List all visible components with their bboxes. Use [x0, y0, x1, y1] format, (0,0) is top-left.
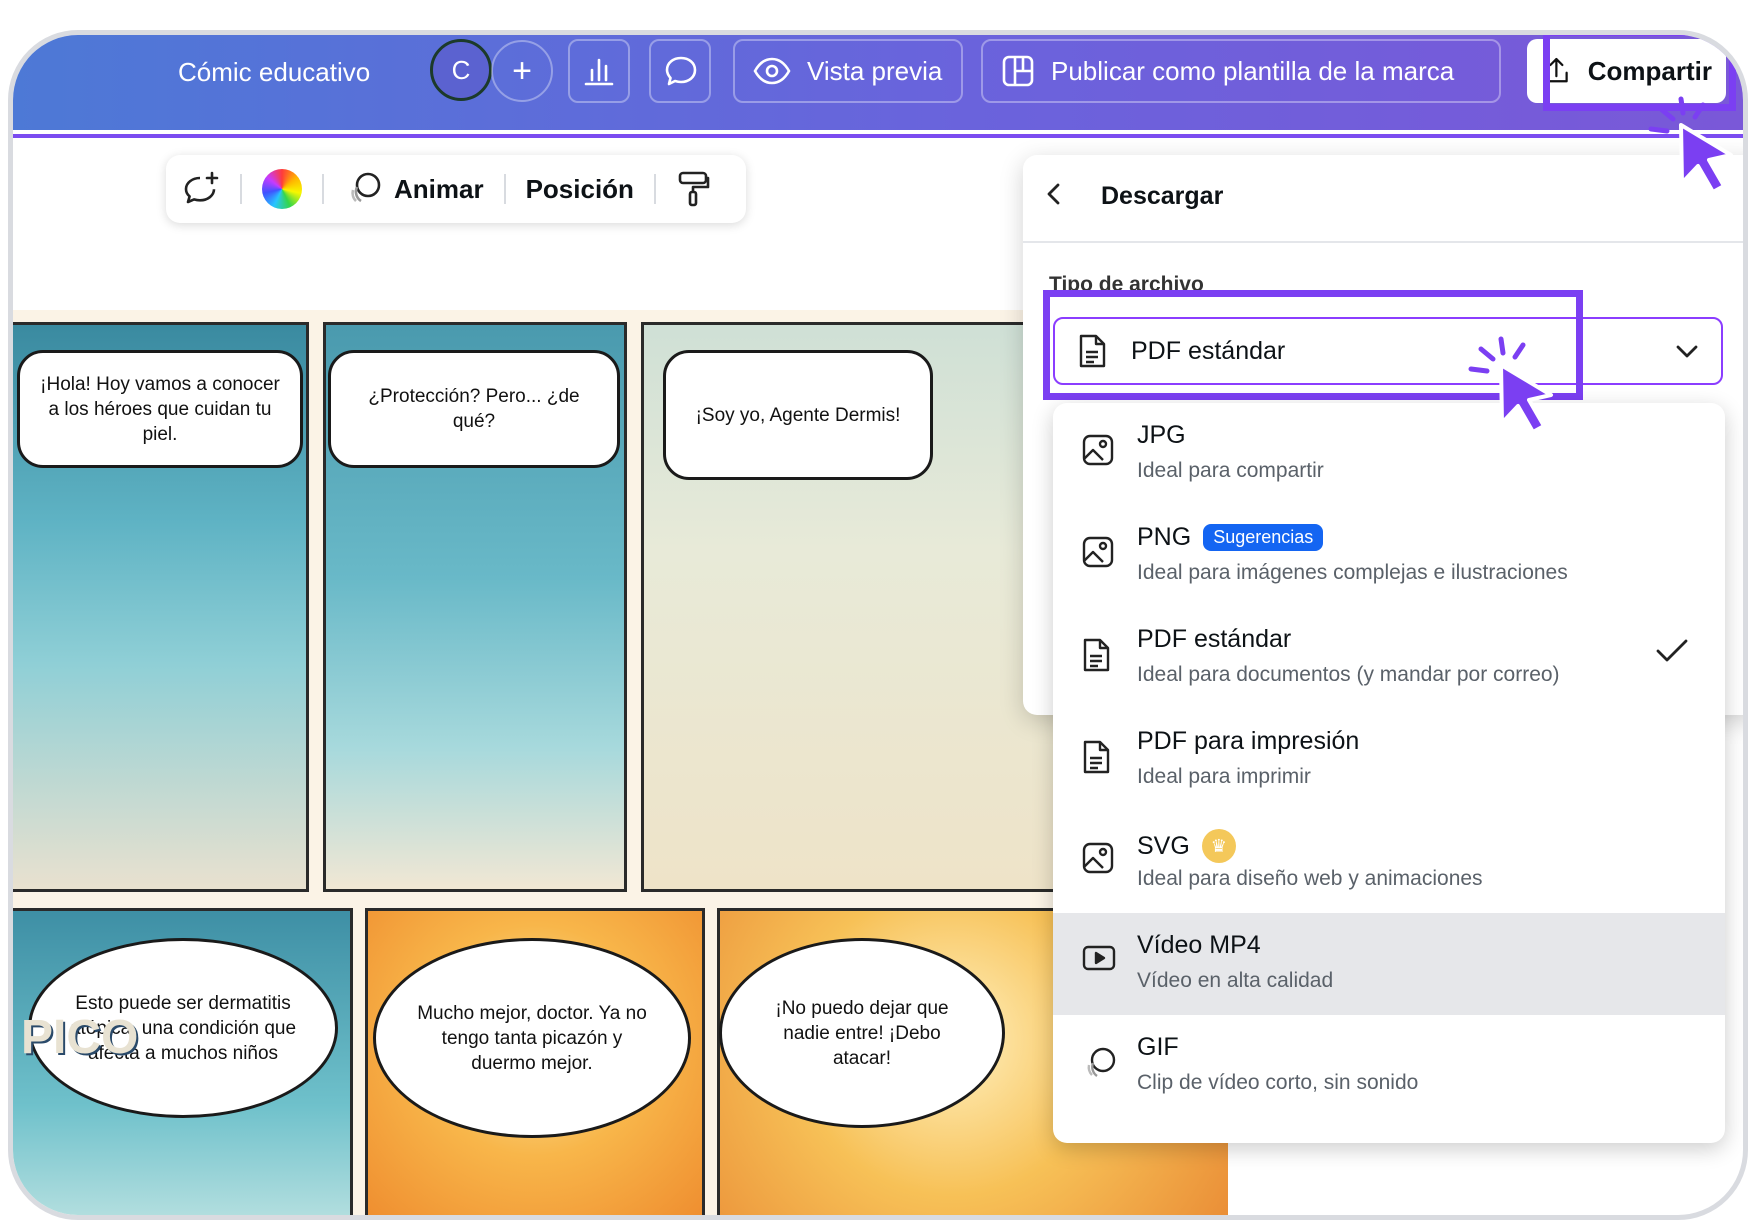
option-name-text: JPG — [1137, 421, 1186, 449]
checkmark-icon — [1656, 639, 1688, 662]
animate-label: Animar — [394, 173, 484, 204]
topbar-underline — [13, 134, 1743, 138]
click-cursor-icon — [1648, 96, 1733, 194]
comments-button[interactable] — [649, 39, 711, 103]
document-title[interactable]: Cómic educativo — [178, 57, 370, 88]
position-button[interactable]: Posición — [526, 174, 634, 205]
document-icon — [1083, 638, 1110, 672]
speech-bubble: Mucho mejor, doctor. Ya no tengo tanta p… — [373, 938, 691, 1138]
speech-bubble: ¡Hola! Hoy vamos a conocer a los héroes … — [17, 350, 303, 468]
toolbar-divider — [240, 174, 242, 204]
option-jpg[interactable]: JPG Ideal para compartir — [1053, 403, 1725, 505]
publish-template-label: Publicar como plantilla de la marca — [1051, 55, 1455, 86]
bar-chart-icon — [584, 58, 614, 86]
toolbar-divider — [503, 174, 506, 204]
paint-roller-icon[interactable] — [676, 170, 710, 208]
option-description: Ideal para imágenes complejas e ilustrac… — [1137, 561, 1568, 584]
toolbar-divider — [322, 174, 324, 204]
option-description: Clip de vídeo corto, sin sonido — [1137, 1071, 1419, 1094]
speech-bubble: ¿Protección? Pero... ¿de qué? — [328, 350, 620, 468]
preview-button[interactable]: Vista previa — [733, 39, 963, 103]
image-icon — [1082, 842, 1114, 874]
speech-bubble: ¡Soy yo, Agente Dermis! — [663, 350, 933, 480]
option-name: PDF estándar — [1137, 625, 1291, 654]
animate-icon — [351, 172, 381, 203]
option-description: Ideal para imprimir — [1137, 765, 1311, 788]
insights-button[interactable] — [568, 39, 630, 103]
crown-icon: ♛ — [1201, 829, 1236, 863]
click-cursor-icon — [1468, 336, 1553, 434]
option-name: Vídeo MP4 — [1137, 931, 1261, 960]
element-toolbar: Animar Posición — [166, 155, 746, 223]
option-gif[interactable]: GIF Clip de vídeo corto, sin sonido — [1053, 1015, 1725, 1117]
top-bar: Cómic educativo C + Vista previa Publica… — [13, 35, 1743, 138]
avatar[interactable]: C — [430, 39, 492, 101]
option-svg[interactable]: SVG ♛ Ideal para diseño web y animaciones — [1053, 811, 1725, 913]
animate-button[interactable]: Animar — [344, 171, 484, 207]
publish-template-button[interactable]: Publicar como plantilla de la marca — [981, 39, 1501, 103]
gif-icon — [1087, 1047, 1116, 1077]
chevron-left-icon — [1047, 183, 1060, 205]
option-pdf-standard[interactable]: PDF estándar Ideal para documentos (y ma… — [1053, 607, 1725, 709]
add-comment-icon[interactable] — [182, 170, 220, 208]
color-picker-icon[interactable] — [262, 169, 302, 209]
back-button[interactable] — [1043, 179, 1065, 217]
option-description: Ideal para diseño web y animaciones — [1137, 867, 1483, 890]
option-name: JPG — [1137, 421, 1186, 450]
option-name: PNG Sugerencias — [1137, 523, 1324, 552]
option-name-text: GIF — [1137, 1033, 1179, 1061]
add-collaborator-button[interactable]: + — [491, 40, 553, 102]
divider — [1023, 241, 1743, 243]
app-frame: Cómic educativo C + Vista previa Publica… — [8, 30, 1748, 1220]
speech-bubble: ¡No puedo dejar que nadie entre! ¡Debo a… — [719, 938, 1005, 1128]
option-name-text: PNG — [1137, 523, 1192, 551]
suggestion-badge: Sugerencias — [1203, 524, 1324, 551]
image-icon — [1082, 536, 1114, 568]
template-icon — [1002, 55, 1034, 87]
option-name-text: PDF estándar — [1137, 625, 1292, 653]
document-icon — [1083, 740, 1110, 774]
panel-title: Descargar — [1101, 182, 1224, 210]
comment-icon — [665, 56, 697, 86]
toolbar-divider — [653, 174, 656, 204]
option-description: Vídeo en alta calidad — [1137, 969, 1334, 992]
option-name-text: Vídeo MP4 — [1137, 931, 1261, 959]
option-pdf-print[interactable]: PDF para impresión Ideal para imprimir — [1053, 709, 1725, 811]
option-name: GIF — [1137, 1033, 1179, 1062]
chevron-down-icon — [1676, 345, 1698, 358]
image-icon — [1082, 434, 1114, 466]
eye-icon — [753, 57, 791, 85]
file-type-dropdown: JPG Ideal para compartir PNG Sugerencias … — [1053, 403, 1725, 1143]
option-description: Ideal para compartir — [1137, 459, 1324, 482]
option-name-text: SVG — [1137, 831, 1190, 860]
option-png[interactable]: PNG Sugerencias Ideal para imágenes compl… — [1053, 505, 1725, 607]
option-mp4-video[interactable]: Vídeo MP4 Vídeo en alta calidad — [1053, 913, 1725, 1015]
preview-label: Vista previa — [807, 55, 943, 86]
option-name: PDF para impresión — [1137, 727, 1359, 756]
option-name-text: PDF para impresión — [1137, 727, 1360, 755]
comic-sign-text: PICO — [21, 1011, 139, 1064]
video-icon — [1082, 945, 1116, 971]
option-description: Ideal para documentos (y mandar por corr… — [1137, 663, 1560, 686]
option-name: SVG ♛ — [1137, 829, 1236, 863]
